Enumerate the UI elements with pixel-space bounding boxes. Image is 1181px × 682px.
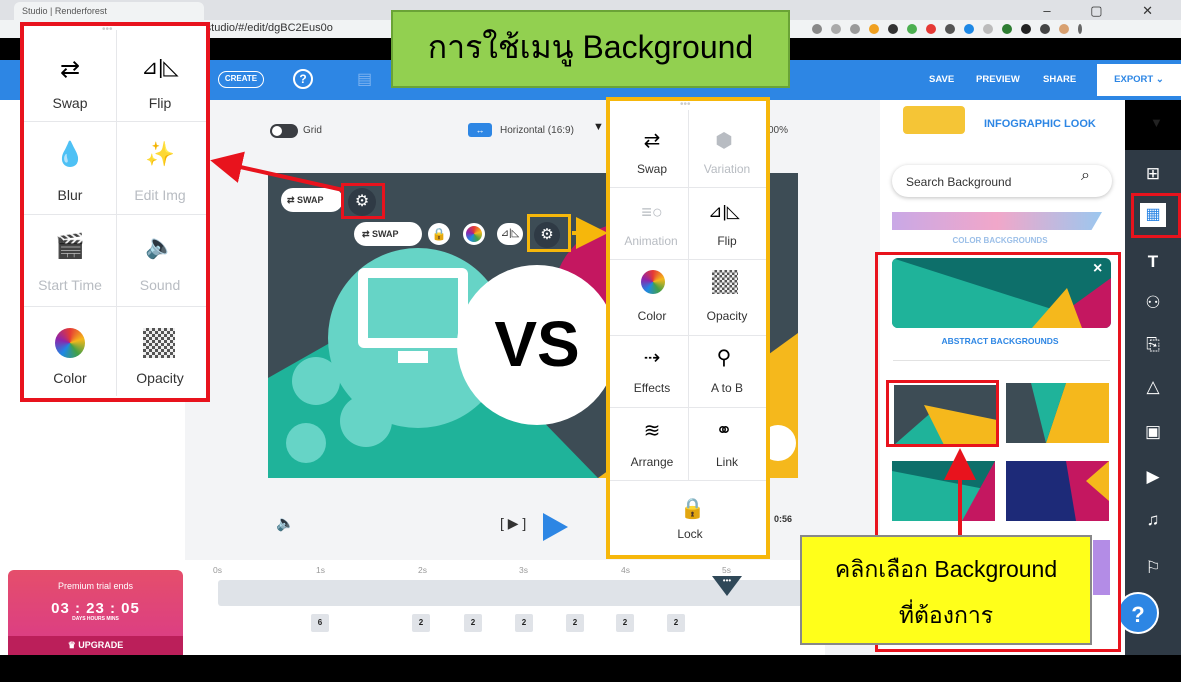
arrow-red bbox=[210, 151, 344, 192]
hint-line-1: คลิกเลือก Background bbox=[834, 556, 1058, 582]
hint-line-2: ที่ต้องการ bbox=[898, 602, 994, 628]
